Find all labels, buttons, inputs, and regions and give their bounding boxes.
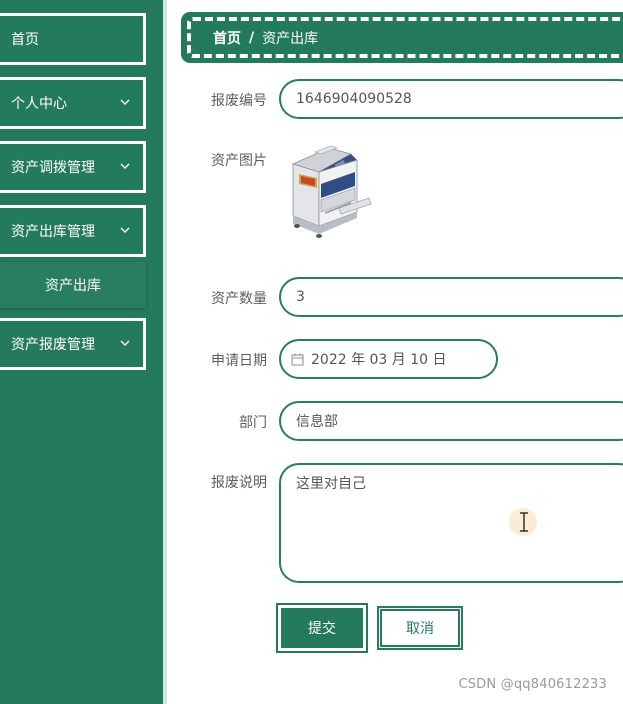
sidebar-item-label: 资产出库管理	[11, 224, 95, 240]
description-label: 报废说明	[211, 475, 267, 491]
sidebar-item-label: 首页	[11, 32, 39, 48]
breadcrumb-current: 资产出库	[262, 30, 319, 47]
sidebar-item-label: 资产报废管理	[11, 337, 95, 353]
description-value: 这里对自己	[296, 476, 366, 492]
sidebar: 首页 个人中心 资产调拨管理 资产出库管理 资产出库 资产报废管理	[0, 0, 163, 704]
sidebar-item-label: 个人中心	[11, 96, 67, 112]
description-textarea[interactable]: 这里对自己	[279, 463, 623, 583]
calendar-icon	[291, 353, 304, 365]
sidebar-divider	[163, 0, 167, 704]
asset-image-label: 资产图片	[211, 153, 267, 169]
apply-date-field[interactable]: 2022 年 03 月 10 日	[279, 339, 498, 379]
quantity-value: 3	[296, 289, 305, 305]
scrap-no-field[interactable]: 1646904090528	[279, 79, 623, 119]
watermark: CSDN @qq840612233	[458, 677, 607, 692]
text-cursor-icon	[520, 512, 528, 532]
cancel-label: 取消	[406, 621, 434, 637]
sidebar-item-personal-center[interactable]: 个人中心	[0, 77, 146, 129]
sidebar-item-label: 资产调拨管理	[11, 160, 95, 176]
quantity-field[interactable]: 3	[279, 277, 623, 317]
submit-button[interactable]: 提交	[276, 603, 368, 653]
breadcrumb-separator: /	[249, 29, 255, 46]
sidebar-subitem-label: 资产出库	[45, 278, 101, 294]
cancel-button[interactable]: 取消	[377, 606, 463, 650]
breadcrumb-frame: 首页 / 资产出库	[187, 17, 623, 58]
submit-label: 提交	[308, 621, 336, 637]
breadcrumb-home[interactable]: 首页	[213, 28, 241, 48]
department-label: 部门	[239, 415, 267, 431]
sidebar-subitem-asset-outbound[interactable]: 资产出库	[0, 262, 146, 308]
sidebar-item-asset-outbound[interactable]: 资产出库管理	[0, 205, 146, 257]
sidebar-item-asset-transfer[interactable]: 资产调拨管理	[0, 141, 146, 193]
sidebar-item-asset-scrap[interactable]: 资产报废管理	[0, 318, 146, 370]
chevron-down-icon	[120, 340, 130, 346]
sidebar-item-home[interactable]: 首页	[0, 13, 146, 65]
department-field[interactable]: 信息部	[279, 401, 623, 441]
apply-date-label: 申请日期	[211, 353, 267, 369]
apply-date-value: 2022 年 03 月 10 日	[311, 352, 447, 368]
chevron-down-icon	[120, 227, 130, 233]
printer-copier-image[interactable]	[285, 142, 373, 242]
quantity-label: 资产数量	[211, 291, 267, 307]
chevron-down-icon	[120, 163, 130, 169]
department-value: 信息部	[296, 414, 338, 430]
breadcrumb: 首页 / 资产出库	[181, 12, 623, 63]
chevron-down-icon	[120, 99, 130, 105]
scrap-no-value: 1646904090528	[296, 91, 412, 107]
scrap-no-label: 报废编号	[211, 93, 267, 109]
